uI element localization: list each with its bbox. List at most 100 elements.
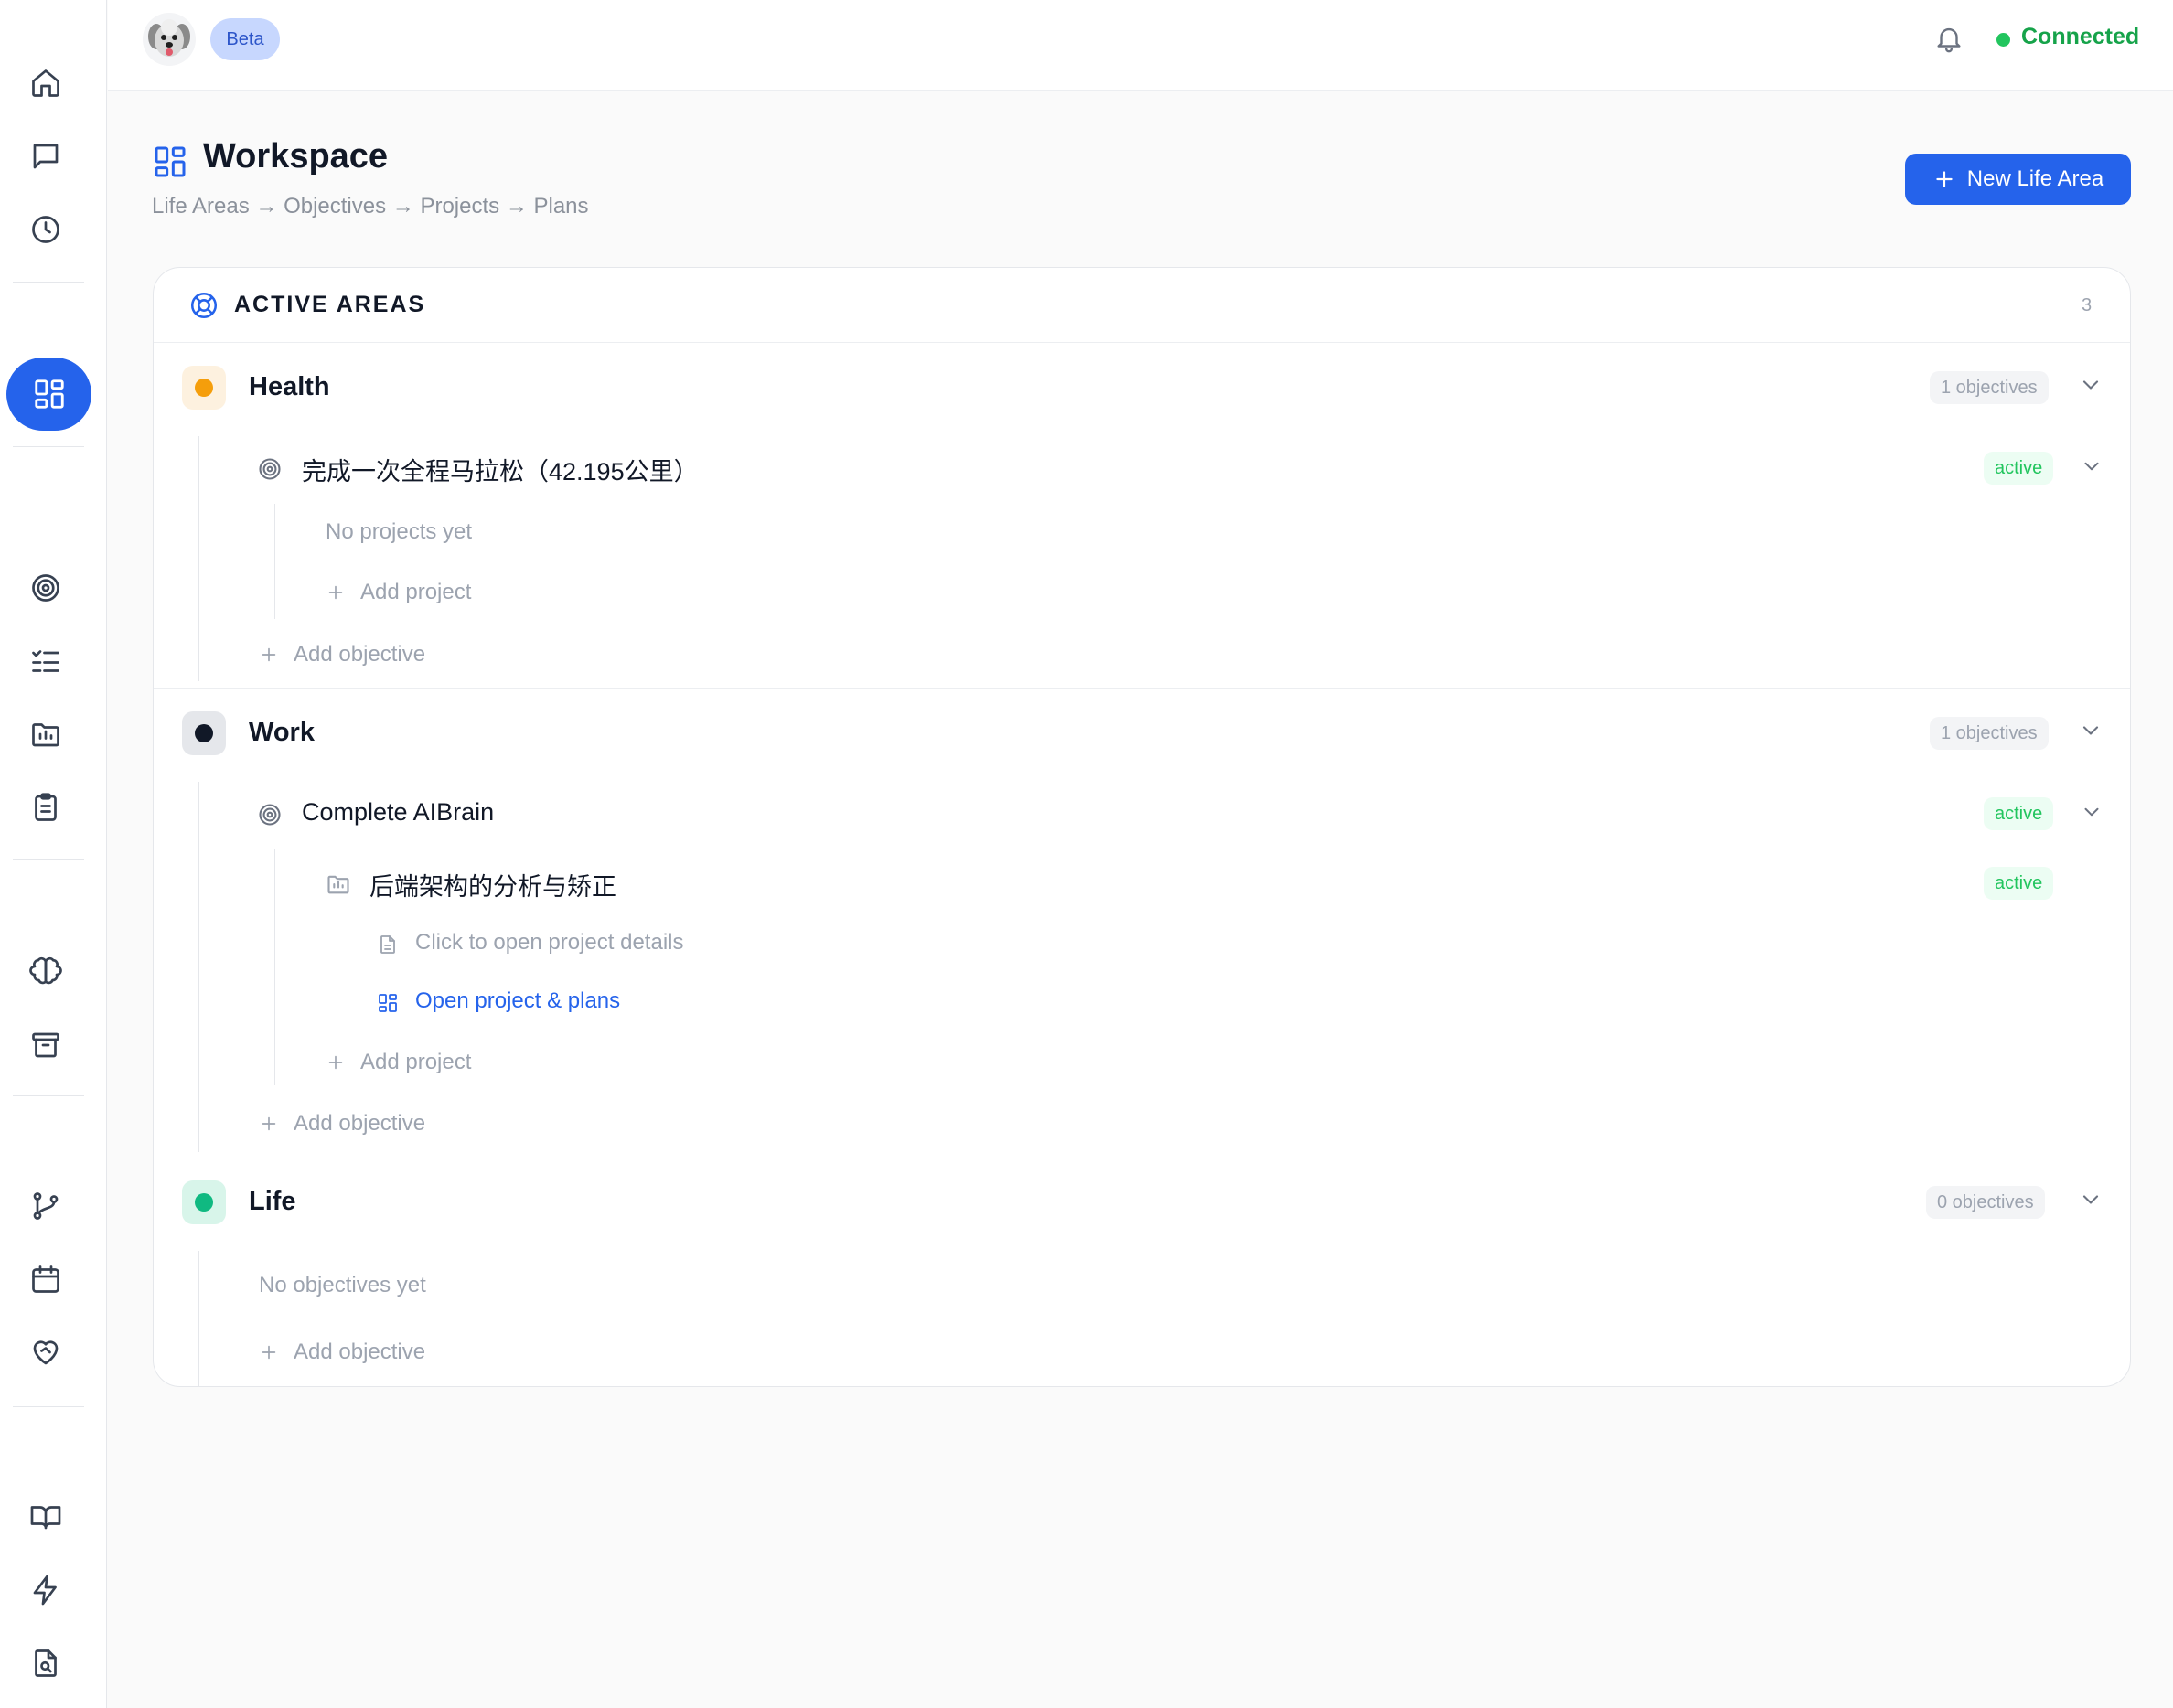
add-objective-button[interactable]: Add objective: [259, 1111, 425, 1137]
nav-divider: [13, 282, 84, 283]
plus-icon: [328, 585, 343, 600]
expand-objective[interactable]: [2080, 800, 2103, 824]
nav-automations[interactable]: [23, 1567, 69, 1613]
nav-archive[interactable]: [23, 1022, 69, 1068]
breadcrumb: Life Areas → Objectives → Projects → Pla…: [152, 194, 589, 219]
area-color-life: [182, 1180, 226, 1224]
plus-icon: [262, 1116, 276, 1131]
project-details-hint[interactable]: Click to open project details: [415, 930, 683, 955]
add-objective-label: Add objective: [294, 1111, 426, 1136]
beta-badge: Beta: [210, 18, 280, 60]
chevron-down-icon: [2082, 1195, 2099, 1204]
nav-home[interactable]: [23, 60, 69, 106]
objective-title[interactable]: Complete AIBrain: [302, 798, 494, 827]
nav-history[interactable]: [23, 207, 69, 252]
clipboard-icon: [35, 793, 57, 821]
tree-line: [198, 436, 199, 681]
nav-brain[interactable]: [23, 949, 69, 995]
expand-objective[interactable]: [2080, 454, 2103, 478]
workspace-grid-icon: [34, 379, 64, 409]
objective-icon-wrap: [257, 456, 283, 482]
avatar[interactable]: [143, 13, 196, 66]
nav-divider: [13, 1095, 84, 1096]
nav-tasks[interactable]: [23, 638, 69, 684]
topbar: [108, 0, 2173, 91]
sidebar: [0, 0, 107, 1708]
new-life-area-button[interactable]: New Life Area: [1905, 154, 2131, 205]
chevron-down-icon: [2084, 807, 2099, 817]
document-icon: [380, 935, 395, 954]
expand-area-health[interactable]: [2078, 372, 2103, 398]
objectives-count-badge: 0 objectives: [1926, 1186, 2045, 1219]
objective-status-badge: active: [1984, 797, 2054, 830]
active-areas-card: ACTIVE AREAS 3 Health 1 objectives 完成一次全…: [153, 267, 2131, 1387]
nav-calendar[interactable]: [23, 1256, 69, 1302]
open-plans-icon-wrap: [377, 992, 399, 1014]
page-title: Workspace: [203, 137, 389, 176]
objective-status-badge: active: [1984, 452, 2054, 485]
plus-icon: [328, 1055, 343, 1070]
calendar-icon: [32, 1265, 59, 1293]
details-icon-wrap: [377, 934, 399, 955]
heart-handshake-icon: [33, 1340, 59, 1365]
expand-area-life[interactable]: [2078, 1187, 2103, 1212]
objective-title[interactable]: 完成一次全程马拉松（42.195公里）: [302, 452, 699, 487]
add-project-label: Add project: [360, 1050, 472, 1074]
nav-file-search[interactable]: [23, 1640, 69, 1686]
add-objective-label: Add objective: [294, 1340, 426, 1364]
dog-avatar-icon: [148, 19, 190, 57]
archive-icon: [32, 1032, 59, 1058]
empty-objectives-text: No objectives yet: [259, 1273, 426, 1297]
nav-divider: [13, 1406, 84, 1407]
project-icon-wrap: [326, 871, 351, 897]
target-icon: [259, 458, 281, 480]
git-branch-icon: [33, 1192, 59, 1220]
chevron-down-icon: [2082, 726, 2099, 735]
nav-objectives[interactable]: [23, 565, 69, 611]
nav-library[interactable]: [23, 1494, 69, 1540]
folder-chart-icon: [327, 875, 349, 894]
plus-icon: [262, 647, 276, 662]
area-divider: [154, 688, 2130, 689]
nav-plans[interactable]: [23, 785, 69, 830]
areas-count: 3: [2082, 295, 2093, 315]
add-project-button[interactable]: Add project: [326, 1050, 471, 1075]
tree-line: [198, 782, 199, 1152]
tree-line: [274, 504, 275, 619]
add-project-button[interactable]: Add project: [326, 580, 471, 605]
nav-divider: [13, 446, 84, 447]
tree-line: [198, 1251, 199, 1386]
expand-area-work[interactable]: [2078, 718, 2103, 743]
tree-line: [274, 849, 275, 1085]
add-objective-button[interactable]: Add objective: [259, 1340, 425, 1365]
open-project-plans-link[interactable]: Open project & plans: [415, 988, 620, 1014]
project-title[interactable]: 后端架构的分析与矫正: [369, 867, 616, 902]
area-color-work: [182, 711, 226, 755]
area-dot: [195, 379, 213, 397]
area-name-life[interactable]: Life: [249, 1187, 296, 1217]
area-name-health[interactable]: Health: [249, 372, 330, 402]
connection-status-dot: [1996, 33, 2010, 47]
add-objective-label: Add objective: [294, 642, 426, 667]
nav-workspace[interactable]: [6, 358, 91, 431]
chevron-down-icon: [2084, 462, 2099, 471]
notifications-button[interactable]: [1933, 23, 1964, 54]
card-header: ACTIVE AREAS 3: [154, 268, 2130, 343]
nav-chat[interactable]: [23, 133, 69, 179]
nav-projects[interactable]: [23, 711, 69, 757]
checklist-icon: [32, 650, 59, 672]
home-icon: [32, 69, 59, 97]
add-objective-button[interactable]: Add objective: [259, 642, 425, 667]
plus-icon: [262, 1345, 276, 1360]
area-name-work[interactable]: Work: [249, 718, 315, 748]
brain-icon: [29, 956, 62, 985]
chat-icon: [33, 144, 59, 169]
nav-branches[interactable]: [23, 1183, 69, 1229]
target-icon: [259, 804, 281, 826]
project-status-badge: active: [1984, 867, 2054, 900]
chevron-down-icon: [2082, 380, 2099, 390]
card-title: ACTIVE AREAS: [234, 292, 426, 317]
objectives-count-badge: 1 objectives: [1930, 717, 2049, 750]
objectives-count-badge: 1 objectives: [1930, 371, 2049, 404]
nav-health[interactable]: [23, 1329, 69, 1375]
